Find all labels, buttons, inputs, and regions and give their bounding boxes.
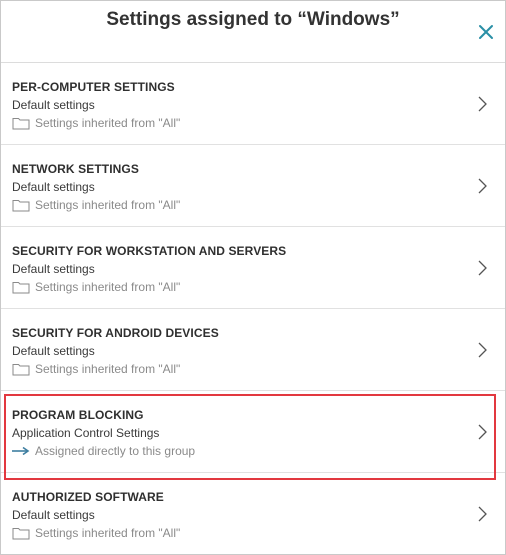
settings-row-program-blocking[interactable]: PROGRAM BLOCKING Application Control Set… [1,391,505,473]
chevron-right-icon [478,178,487,194]
row-title: PER-COMPUTER SETTINGS [12,80,175,94]
chevron-right-icon [478,96,487,112]
settings-row-security-android[interactable]: SECURITY FOR ANDROID DEVICES Default set… [1,309,505,391]
row-meta-text: Settings inherited from "All" [35,526,181,540]
settings-list: PER-COMPUTER SETTINGS Default settings S… [1,63,505,554]
row-meta-text: Settings inherited from "All" [35,280,181,294]
settings-dialog: Settings assigned to “Windows” PER-COMPU… [0,0,506,555]
row-meta: Assigned directly to this group [12,444,195,458]
chevron-right-icon [478,424,487,440]
row-title: SECURITY FOR ANDROID DEVICES [12,326,219,340]
row-meta-text: Assigned directly to this group [35,444,196,458]
chevron-right-icon [478,260,487,276]
close-icon[interactable] [477,23,495,41]
row-value: Default settings [12,508,95,522]
folder-icon [12,118,30,130]
row-meta-text: Settings inherited from "All" [35,198,181,212]
settings-row-security-workstation[interactable]: SECURITY FOR WORKSTATION AND SERVERS Def… [1,227,505,309]
folder-icon [12,528,30,540]
arrow-right-icon [12,446,30,456]
row-meta-text: Settings inherited from "All" [35,116,181,130]
dialog-title: Settings assigned to “Windows” [106,9,400,30]
row-meta-text: Settings inherited from "All" [35,362,181,376]
folder-icon [12,364,30,376]
row-meta: Settings inherited from "All" [12,198,180,212]
row-title: SECURITY FOR WORKSTATION AND SERVERS [12,244,287,258]
row-value: Default settings [12,180,95,194]
folder-icon [12,200,30,212]
row-meta: Settings inherited from "All" [12,362,180,376]
chevron-right-icon [478,506,487,522]
folder-icon [12,282,30,294]
settings-row-per-computer[interactable]: PER-COMPUTER SETTINGS Default settings S… [1,63,505,145]
row-title: AUTHORIZED SOFTWARE [12,490,164,504]
row-meta: Settings inherited from "All" [12,526,180,540]
row-meta: Settings inherited from "All" [12,116,180,130]
row-meta: Settings inherited from "All" [12,280,180,294]
row-value: Default settings [12,98,95,112]
chevron-right-icon [478,342,487,358]
dialog-header: Settings assigned to “Windows” [1,1,505,63]
row-value: Default settings [12,262,95,276]
row-title: NETWORK SETTINGS [12,162,139,176]
row-value: Application Control Settings [12,426,160,440]
settings-row-network[interactable]: NETWORK SETTINGS Default settings Settin… [1,145,505,227]
row-title: PROGRAM BLOCKING [12,408,144,422]
settings-row-authorized-software[interactable]: AUTHORIZED SOFTWARE Default settings Set… [1,473,505,554]
row-value: Default settings [12,344,95,358]
